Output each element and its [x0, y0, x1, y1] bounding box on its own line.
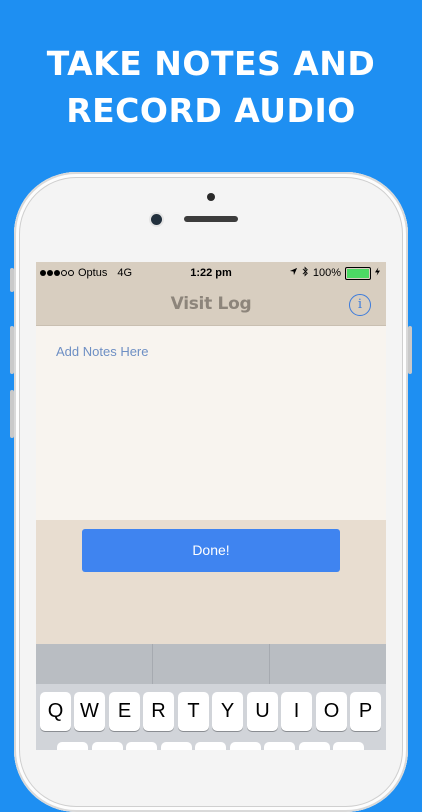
- key-p[interactable]: P: [350, 692, 381, 731]
- key-q[interactable]: Q: [40, 692, 71, 731]
- key-r[interactable]: R: [143, 692, 174, 731]
- prediction-slot[interactable]: [270, 644, 386, 684]
- key-d[interactable]: [126, 742, 157, 750]
- earpiece-speaker: [184, 216, 238, 222]
- info-icon[interactable]: i: [349, 294, 371, 316]
- phone-screen: Optus 4G 1:22 pm 100% Visit Log i Add No…: [36, 262, 386, 750]
- key-s[interactable]: [92, 742, 123, 750]
- notes-placeholder: Add Notes Here: [56, 344, 149, 359]
- key-h[interactable]: [230, 742, 261, 750]
- phone-side-button: [10, 268, 14, 292]
- notes-text-area[interactable]: Add Notes Here: [36, 326, 386, 520]
- front-camera: [151, 214, 162, 225]
- key-o[interactable]: O: [316, 692, 347, 731]
- phone-power-button: [408, 326, 412, 374]
- done-button[interactable]: Done!: [82, 529, 340, 572]
- phone-volume-down: [10, 390, 14, 438]
- prediction-slot[interactable]: [36, 644, 153, 684]
- prediction-slot[interactable]: [153, 644, 270, 684]
- key-k[interactable]: [299, 742, 330, 750]
- page-title: Visit Log: [170, 294, 252, 314]
- charging-bolt-icon: [375, 267, 380, 279]
- battery-icon: [345, 266, 371, 280]
- proximity-sensor: [207, 193, 215, 201]
- key-u[interactable]: U: [247, 692, 278, 731]
- key-y[interactable]: Y: [212, 692, 243, 731]
- key-w[interactable]: W: [74, 692, 105, 731]
- key-l[interactable]: [333, 742, 364, 750]
- location-arrow-icon: [289, 267, 298, 279]
- status-bar: Optus 4G 1:22 pm 100%: [36, 262, 386, 284]
- headline-line-2: RECORD AUDIO: [66, 91, 356, 130]
- battery-percent: 100%: [312, 267, 341, 279]
- key-g[interactable]: [195, 742, 226, 750]
- key-i[interactable]: I: [281, 692, 312, 731]
- headline-line-1: TAKE NOTES AND: [46, 44, 376, 83]
- key-j[interactable]: [264, 742, 295, 750]
- bluetooth-icon: [302, 266, 309, 280]
- key-f[interactable]: [161, 742, 192, 750]
- key-a[interactable]: [57, 742, 88, 750]
- keyboard: Q W E R T Y U I O P: [36, 684, 386, 750]
- action-area: Done!: [36, 520, 386, 644]
- key-e[interactable]: E: [109, 692, 140, 731]
- key-t[interactable]: T: [178, 692, 209, 731]
- phone-volume-up: [10, 326, 14, 374]
- status-right: 100%: [289, 266, 380, 280]
- navigation-bar: Visit Log i: [36, 284, 386, 326]
- promo-headline: TAKE NOTES AND RECORD AUDIO: [0, 40, 422, 134]
- keyboard-predictive-bar: [36, 644, 386, 684]
